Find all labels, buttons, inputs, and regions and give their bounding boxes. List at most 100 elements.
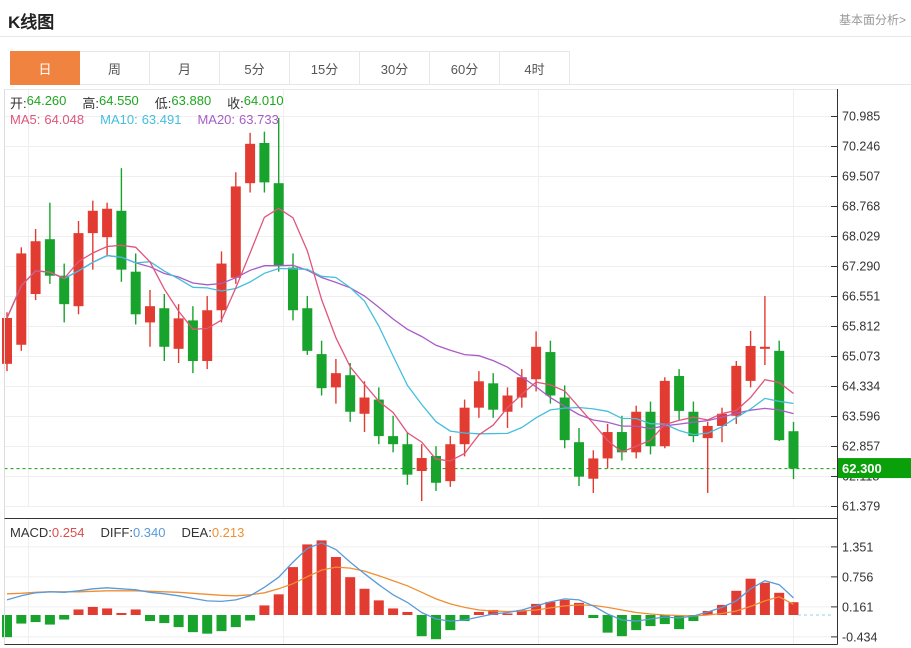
candle-body <box>202 310 212 361</box>
macd-bar <box>388 608 398 615</box>
candle-body <box>545 352 555 395</box>
candle-body <box>59 276 69 304</box>
candle-body <box>288 268 298 311</box>
candle-body <box>102 209 112 237</box>
ma20-value: 63.733 <box>239 112 279 127</box>
svg-text:65.073: 65.073 <box>842 350 880 364</box>
dea-line <box>7 567 794 616</box>
macd-bar <box>402 612 412 615</box>
chart-frame <box>5 89 838 645</box>
svg-text:65.812: 65.812 <box>842 320 880 334</box>
macd-bar <box>45 615 55 625</box>
macd-bar <box>503 613 513 615</box>
candle-body <box>760 347 770 349</box>
tab-5分[interactable]: 5分 <box>220 51 290 85</box>
macd-label: MACD: <box>10 525 52 540</box>
macd-bar <box>274 594 284 615</box>
ma10-label: MA10: <box>100 112 138 127</box>
candle-body <box>488 383 498 409</box>
macd-bar <box>302 544 312 615</box>
fundamental-analysis-link[interactable]: 基本面分析> <box>839 11 906 28</box>
macd-bar <box>631 615 641 630</box>
tab-15分[interactable]: 15分 <box>290 51 360 85</box>
macd-bar <box>288 567 298 615</box>
macd-bar <box>445 615 455 630</box>
svg-text:67.290: 67.290 <box>842 260 880 274</box>
ma5-label: MA5: <box>10 112 40 127</box>
tab-4时[interactable]: 4时 <box>500 51 570 85</box>
tab-月[interactable]: 月 <box>150 51 220 85</box>
period-tabs: 日周月5分15分30分60分4时 <box>10 51 911 85</box>
svg-text:68.029: 68.029 <box>842 230 880 244</box>
macd-bar <box>188 615 198 632</box>
candle-body <box>360 398 370 414</box>
macd-bar <box>2 615 12 637</box>
macd-bar <box>560 600 570 615</box>
macd-bar <box>88 607 98 615</box>
candles <box>2 118 799 501</box>
candle-body <box>774 351 784 440</box>
diff-value: 0.340 <box>133 525 166 540</box>
svg-text:61.379: 61.379 <box>842 500 880 514</box>
current-price-tag: 62.300 <box>838 458 911 478</box>
macd-bar <box>159 615 169 623</box>
macd-bar <box>245 615 255 621</box>
candle-body <box>317 354 327 388</box>
macd-bar <box>746 579 756 615</box>
ohlc-legend: 开:64.260 高:64.550 低:63.880 收:64.010 <box>10 93 300 112</box>
macd-bar <box>202 615 212 634</box>
macd-value: 0.254 <box>52 525 85 540</box>
kline-page: K线图 基本面分析> 日周月5分15分30分60分4时 开:64.260 高:6… <box>0 0 911 648</box>
candle-body <box>174 318 184 348</box>
svg-text:1.351: 1.351 <box>842 540 873 554</box>
open-label: 开: <box>10 93 27 112</box>
svg-text:62.300: 62.300 <box>842 461 882 476</box>
ma20-label: MA20: <box>197 112 235 127</box>
macd-histogram <box>2 540 799 639</box>
chart-area: 开:64.260 高:64.550 低:63.880 收:64.010 MA5:… <box>0 89 911 648</box>
macd-legend: MACD:0.254 DIFF:0.340 DEA:0.213 <box>10 525 260 540</box>
candle-body <box>388 436 398 444</box>
candle-body <box>88 211 98 233</box>
svg-text:70.246: 70.246 <box>842 140 880 154</box>
macd-bar <box>59 615 69 620</box>
candle-body <box>245 144 255 183</box>
macd-bar <box>74 609 84 615</box>
candle-body <box>2 318 12 364</box>
high-value: 64.550 <box>99 93 139 112</box>
candle-body <box>474 381 484 407</box>
macd-bar <box>417 615 427 636</box>
macd-bar <box>16 615 26 624</box>
candle-body <box>159 308 169 347</box>
candle-body <box>417 458 427 471</box>
svg-text:62.857: 62.857 <box>842 440 880 454</box>
macd-bar <box>331 557 341 615</box>
macd-bar <box>646 615 656 626</box>
svg-text:0.756: 0.756 <box>842 570 873 584</box>
macd-bar <box>760 583 770 615</box>
macd-bar <box>131 609 141 615</box>
tab-30分[interactable]: 30分 <box>360 51 430 85</box>
candle-body <box>660 381 670 446</box>
candle-body <box>116 211 126 270</box>
candle-body <box>460 408 470 445</box>
tab-周[interactable]: 周 <box>80 51 150 85</box>
tab-日[interactable]: 日 <box>10 51 80 85</box>
y-axis-labels: 70.98570.24669.50768.76868.02967.29066.5… <box>831 110 880 645</box>
candle-body <box>588 458 598 478</box>
ma5-value: 64.048 <box>44 112 84 127</box>
high-label: 高: <box>82 93 99 112</box>
candle-body <box>31 241 41 294</box>
macd-bar <box>231 615 241 627</box>
page-title: K线图 <box>0 0 911 33</box>
tab-60分[interactable]: 60分 <box>430 51 500 85</box>
candle-body <box>731 366 741 416</box>
svg-text:68.768: 68.768 <box>842 200 880 214</box>
candle-body <box>231 186 241 277</box>
macd-bar <box>102 608 112 615</box>
candle-body <box>259 143 269 182</box>
candle-body <box>374 400 384 437</box>
candle-body <box>674 376 684 411</box>
kline-canvas[interactable]: 70.98570.24669.50768.76868.02967.29066.5… <box>0 89 911 648</box>
candle-body <box>688 412 698 436</box>
